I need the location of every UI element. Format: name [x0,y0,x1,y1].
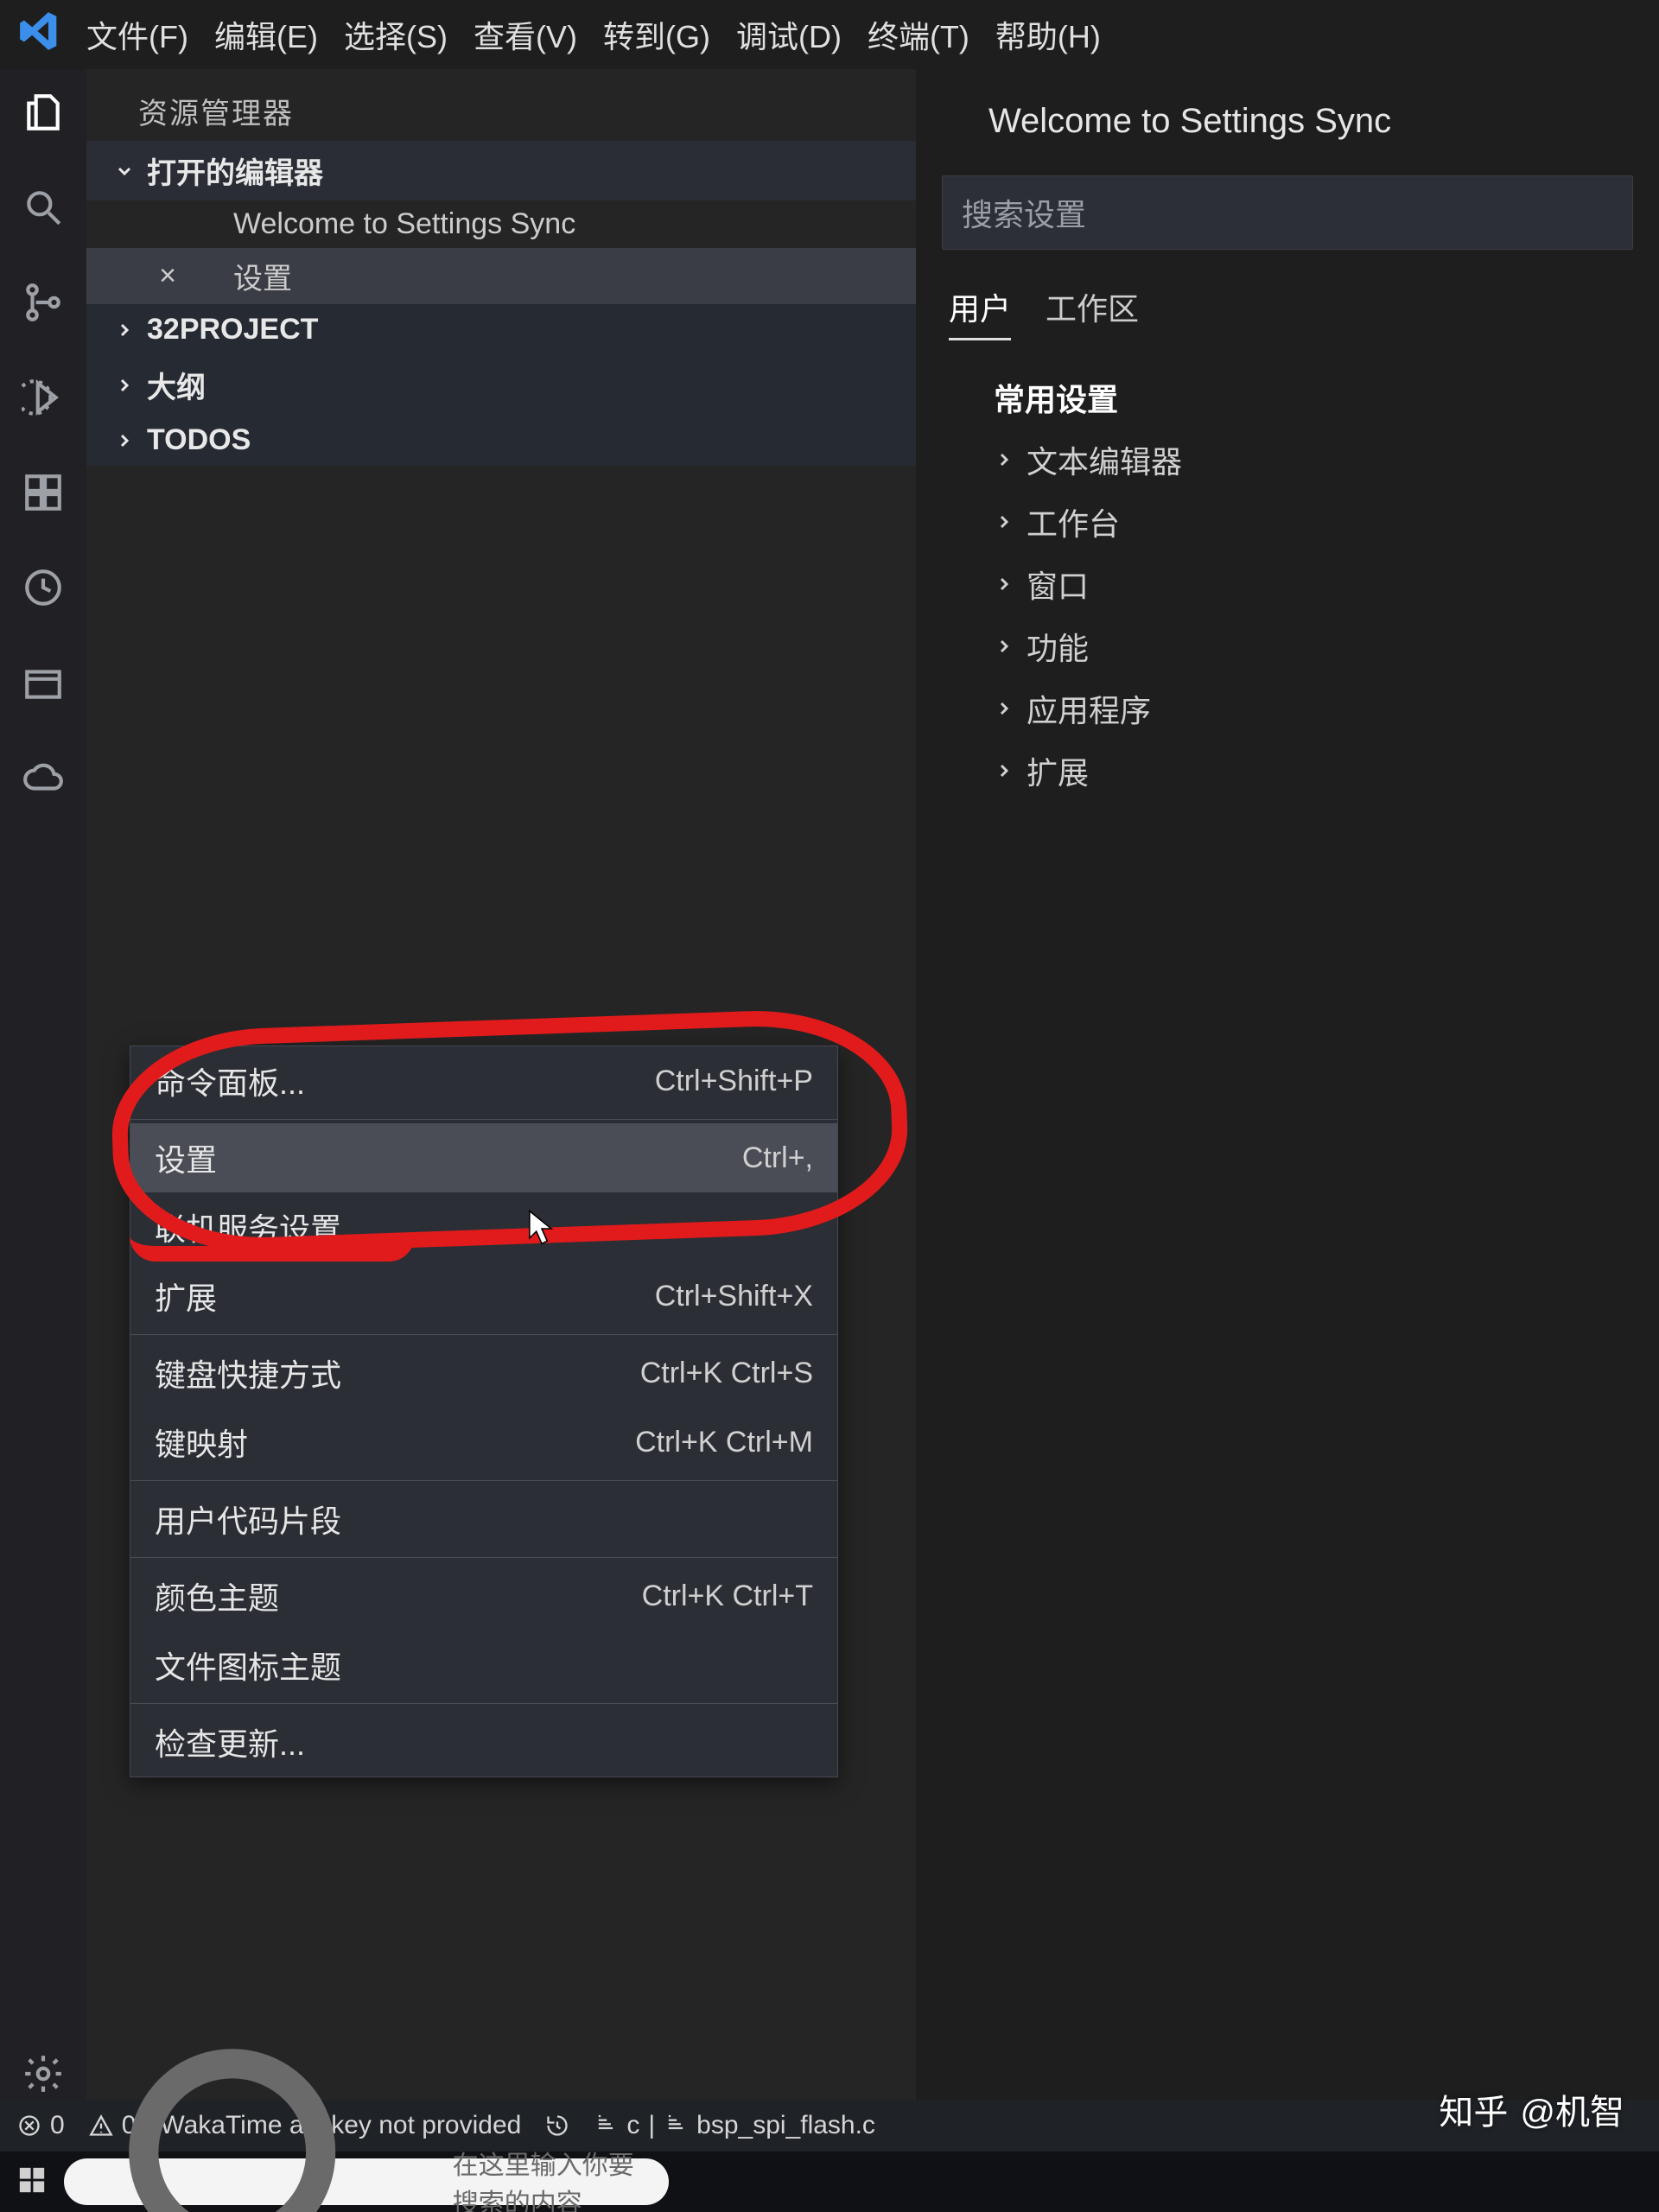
settings-categories: 常用设置 文本编辑器 工作台 窗口 功能 应用程序 [942,366,1633,802]
menu-separator [130,1334,837,1335]
menu-edit[interactable]: 编辑(E) [214,12,318,57]
chevron-right-icon [994,574,1016,594]
settings-gear-icon[interactable] [17,2048,69,2100]
document-icon [195,207,218,241]
menu-separator [130,1119,837,1120]
chevron-right-icon [994,636,1016,657]
debug-icon[interactable] [17,372,69,423]
menu-separator [130,1703,837,1704]
source-control-icon[interactable] [17,276,69,328]
tab-title-text: Welcome to Settings Sync [988,102,1391,141]
settings-scope-tabs: 用户 工作区 [942,284,1633,340]
chevron-right-icon [994,698,1016,719]
settings-search-input[interactable]: 搜索设置 [942,175,1633,250]
menu-item-keymap[interactable]: 键映射 Ctrl+K Ctrl+M [130,1408,837,1477]
settings-category[interactable]: 文本编辑器 [994,429,1633,491]
menu-item-icon-theme[interactable]: 文件图标主题 [130,1630,837,1700]
chevron-right-icon [994,512,1016,532]
scope-workspace-tab[interactable]: 工作区 [1046,284,1139,340]
settings-category[interactable]: 工作台 [994,491,1633,553]
zhihu-watermark: 知乎 @机智 [1439,2084,1624,2134]
open-editors-section[interactable]: 打开的编辑器 [86,141,916,200]
menu-separator [130,1557,837,1558]
open-editors-label: 打开的编辑器 [147,149,323,192]
status-history-icon[interactable] [545,2113,569,2138]
document-icon [664,2110,688,2141]
section-label: 32PROJECT [147,313,318,346]
settings-category[interactable]: 窗口 [994,553,1633,615]
taskbar-search-input[interactable]: 在这里输入你要搜索的内容 [64,2158,669,2205]
menu-item-online-services[interactable]: 联机服务设置 [130,1192,837,1262]
menu-item-keyboard-shortcuts[interactable]: 键盘快捷方式 Ctrl+K Ctrl+S [130,1338,837,1408]
chevron-right-icon [114,320,137,340]
section-label: 大纲 [147,364,206,406]
search-icon[interactable] [17,181,69,233]
menu-help[interactable]: 帮助(H) [995,12,1101,57]
menu-item-user-snippets[interactable]: 用户代码片段 [130,1484,837,1554]
open-editor-item[interactable]: Welcome to Settings Sync [86,200,916,248]
settings-category[interactable]: 应用程序 [994,677,1633,740]
settings-category[interactable]: 功能 [994,615,1633,677]
menu-item-settings[interactable]: 设置 Ctrl+, [130,1123,837,1192]
open-editor-label: 设置 [233,255,292,297]
vscode-logo-icon [17,10,60,60]
document-icon [594,2110,618,2141]
activity-bar [0,69,86,2100]
scope-user-tab[interactable]: 用户 [949,284,1011,340]
menu-debug[interactable]: 调试(D) [736,12,842,57]
editor-tab-title: Welcome to Settings Sync [942,86,1633,167]
explorer-section[interactable]: 大纲 [86,355,916,415]
project-icon[interactable] [17,657,69,709]
menu-item-color-theme[interactable]: 颜色主题 Ctrl+K Ctrl+T [130,1561,837,1630]
explorer-section[interactable]: TODOS [86,415,916,466]
status-language[interactable]: c | bsp_spi_flash.c [594,2110,875,2141]
status-errors[interactable]: 0 [17,2111,65,2140]
open-editor-label: Welcome to Settings Sync [233,207,575,241]
sidebar-title: 资源管理器 [86,69,916,141]
cloud-icon[interactable] [17,752,69,804]
taskbar-search-placeholder: 在这里输入你要搜索的内容 [453,2144,648,2212]
gear-context-menu: 命令面板... Ctrl+Shift+P 设置 Ctrl+, 联机服务设置 扩展… [130,1046,838,1777]
menu-item-command-palette[interactable]: 命令面板... Ctrl+Shift+P [130,1046,837,1116]
chevron-right-icon [114,430,137,451]
menu-file[interactable]: 文件(F) [86,12,188,57]
menu-select[interactable]: 选择(S) [344,12,448,57]
menu-item-extensions[interactable]: 扩展 Ctrl+Shift+X [130,1262,837,1331]
windows-taskbar: 在这里输入你要搜索的内容 [0,2152,1659,2212]
document-icon [950,102,973,141]
close-icon[interactable]: × [156,259,180,293]
chevron-right-icon [994,449,1016,470]
open-editor-item[interactable]: × 设置 [86,248,916,304]
menu-separator [130,1480,837,1481]
settings-category[interactable]: 常用设置 [994,366,1633,429]
windows-start-icon[interactable] [17,2165,47,2199]
extensions-icon[interactable] [17,467,69,518]
chevron-right-icon [994,760,1016,781]
menu-bar: 文件(F) 编辑(E) 选择(S) 查看(V) 转到(G) 调试(D) 终端(T… [0,0,1659,69]
settings-editor: Welcome to Settings Sync 搜索设置 用户 工作区 常用设… [916,69,1659,2100]
time-icon[interactable] [17,562,69,613]
document-icon [195,259,218,293]
chevron-right-icon [114,375,137,396]
explorer-icon[interactable] [17,86,69,138]
menu-view[interactable]: 查看(V) [474,12,577,57]
settings-category[interactable]: 扩展 [994,740,1633,802]
chevron-down-icon [114,161,137,181]
menu-terminal[interactable]: 终端(T) [868,12,969,57]
menu-go[interactable]: 转到(G) [603,12,710,57]
section-label: TODOS [147,423,251,457]
menu-item-check-updates[interactable]: 检查更新... [130,1707,837,1777]
explorer-section[interactable]: 32PROJECT [86,304,916,355]
